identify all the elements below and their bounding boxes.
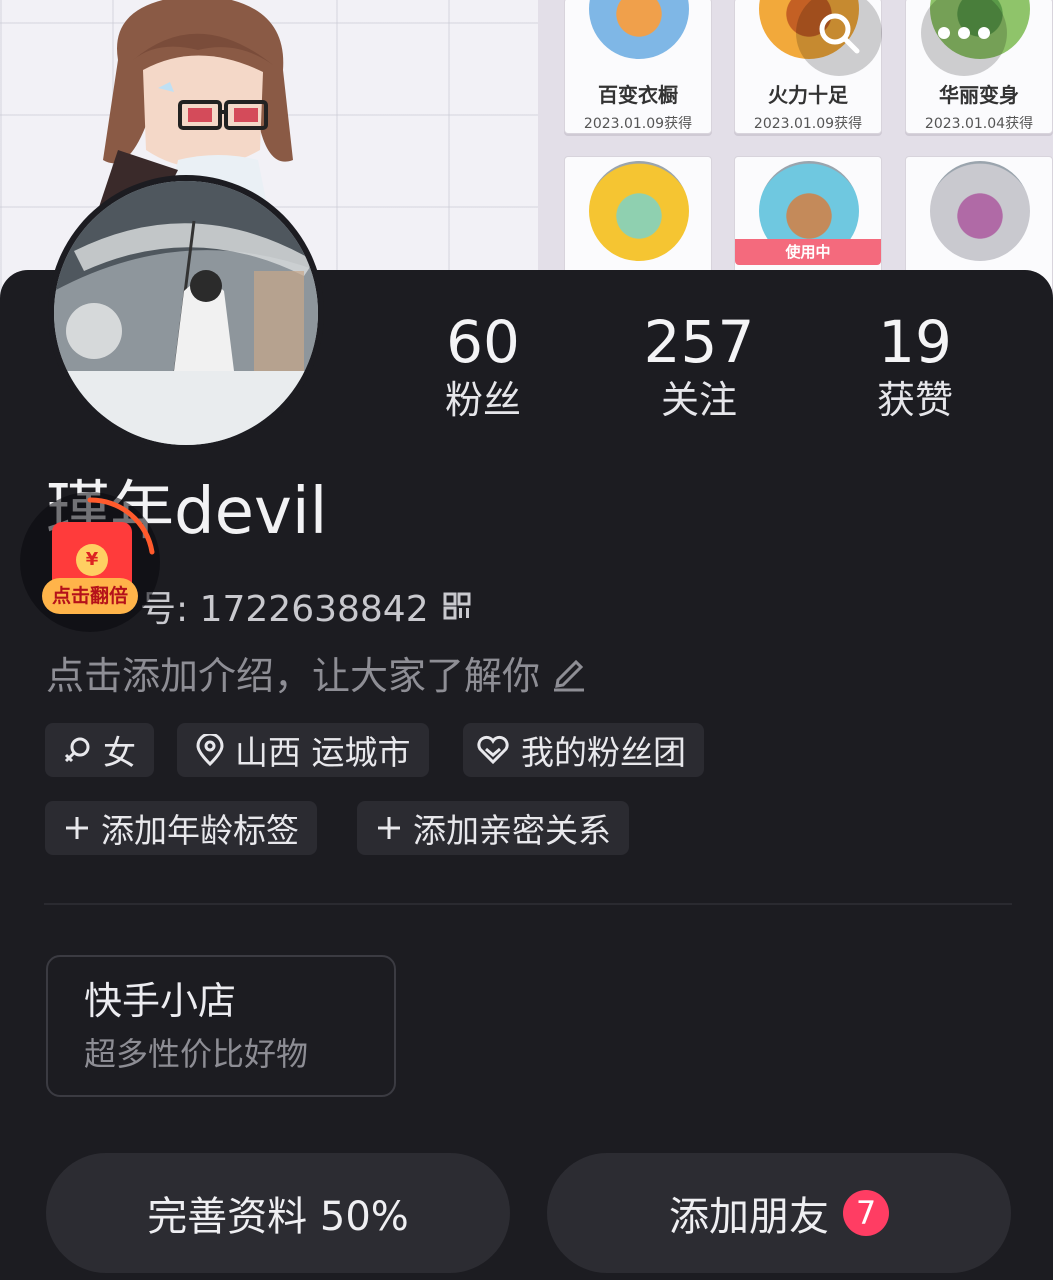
plus-icon bbox=[66, 817, 88, 839]
button-label: 完善资料 50% bbox=[147, 1194, 409, 1240]
badge-medal bbox=[589, 0, 689, 59]
badge-in-use-label: 使用中 bbox=[735, 239, 881, 265]
user-id[interactable]: 号: 1722638842 bbox=[140, 580, 471, 632]
red-envelope-label: 点击翻倍 bbox=[42, 578, 138, 614]
stat-label: 粉丝 bbox=[444, 378, 521, 422]
red-envelope-button[interactable]: ¥ 点击翻倍 bbox=[20, 492, 160, 640]
edit-icon bbox=[554, 659, 585, 691]
badge-medal bbox=[589, 161, 689, 261]
stat-value: 19 bbox=[878, 308, 952, 376]
tag-gender[interactable]: 女 bbox=[45, 723, 154, 777]
badge-date: 2023.01.09获得 bbox=[753, 116, 863, 132]
badge-card[interactable]: 百变衣橱 2023.01.09获得 bbox=[564, 0, 712, 134]
heart-icon bbox=[477, 735, 509, 765]
stat-value: 257 bbox=[643, 308, 755, 376]
female-icon bbox=[64, 737, 90, 763]
tag-location[interactable]: 山西 运城市 bbox=[177, 723, 429, 777]
search-icon bbox=[819, 13, 860, 54]
qr-code-icon[interactable] bbox=[443, 592, 471, 620]
stat-label: 关注 bbox=[660, 378, 737, 422]
tag-label: 我的粉丝团 bbox=[521, 733, 686, 772]
tag-fan-group[interactable]: 我的粉丝团 bbox=[463, 723, 704, 777]
shop-subtitle: 超多性价比好物 bbox=[84, 1034, 309, 1073]
stat-followers[interactable]: 60 粉丝 bbox=[393, 313, 573, 419]
add-relationship-button[interactable]: 添加亲密关系 bbox=[357, 801, 629, 855]
shop-card[interactable]: 快手小店 超多性价比好物 bbox=[46, 955, 396, 1097]
profile-avatar[interactable] bbox=[48, 175, 324, 451]
badge-name: 百变衣橱 bbox=[598, 83, 678, 107]
tag-label: 山西 运城市 bbox=[235, 733, 411, 772]
section-divider bbox=[44, 903, 1012, 905]
bio-text: 点击添加介绍，让大家了解你 bbox=[46, 654, 541, 698]
location-pin-icon bbox=[196, 734, 224, 766]
tag-label: 添加亲密关系 bbox=[413, 811, 611, 850]
friend-count-badge: 7 bbox=[843, 1190, 889, 1236]
tag-label: 女 bbox=[103, 733, 136, 772]
stat-value: 60 bbox=[446, 308, 520, 376]
stat-label: 获赞 bbox=[876, 378, 953, 422]
coin-icon: ¥ bbox=[76, 544, 108, 576]
badge-date: 2023.01.09获得 bbox=[583, 116, 693, 132]
profile-screen: 百变衣橱 2023.01.09获得 火力十足 2023.01.09获得 华丽变身… bbox=[0, 0, 1053, 1280]
user-id-text: 号: 1722638842 bbox=[140, 589, 429, 630]
add-age-tag-button[interactable]: 添加年龄标签 bbox=[45, 801, 317, 855]
button-label: 添加朋友 bbox=[669, 1194, 829, 1240]
stat-likes[interactable]: 19 获赞 bbox=[825, 313, 1005, 419]
more-icon bbox=[938, 27, 990, 39]
tag-label: 添加年龄标签 bbox=[101, 811, 299, 850]
badge-medal bbox=[930, 161, 1030, 261]
shop-title: 快手小店 bbox=[84, 979, 237, 1023]
plus-icon bbox=[378, 817, 400, 839]
badge-name: 火力十足 bbox=[768, 83, 848, 107]
complete-profile-button[interactable]: 完善资料 50% bbox=[46, 1153, 510, 1273]
bio-placeholder[interactable]: 点击添加介绍，让大家了解你 bbox=[46, 645, 588, 700]
avatar-photo bbox=[54, 181, 318, 445]
stat-following[interactable]: 257 关注 bbox=[609, 313, 789, 419]
badge-name: 华丽变身 bbox=[939, 83, 1019, 107]
add-friends-button[interactable]: 添加朋友 7 bbox=[547, 1153, 1011, 1273]
badge-date: 2023.01.04获得 bbox=[924, 116, 1034, 132]
